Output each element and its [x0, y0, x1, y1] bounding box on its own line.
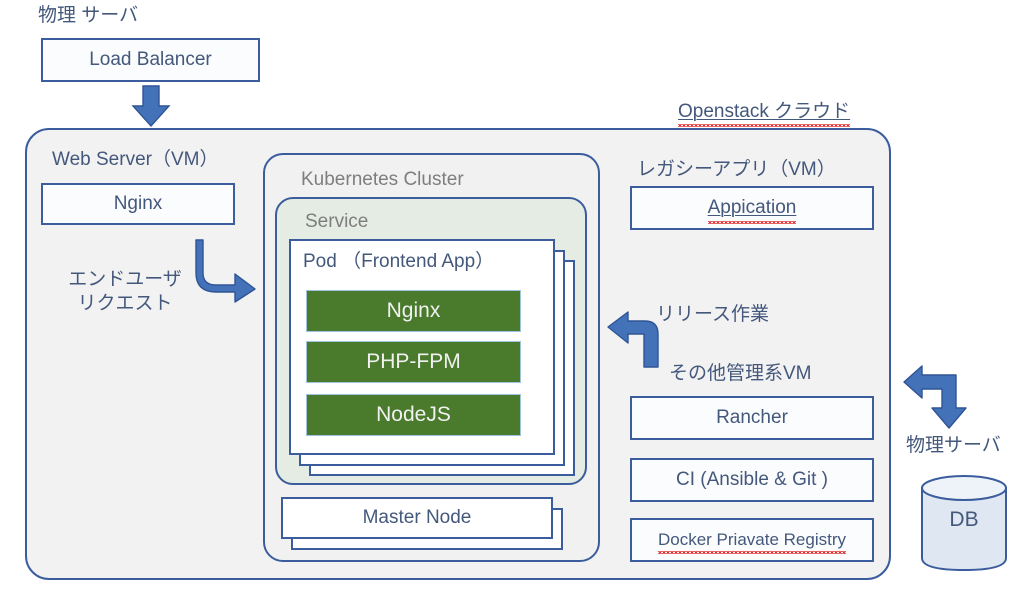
web-server-title: Web Server（VM） [52, 149, 219, 170]
master-node-label: Master Node [362, 507, 472, 528]
pod-container-nginx-label: Nginx [386, 299, 441, 322]
arrow-bend-left-down-icon [903, 362, 974, 430]
database-label: DB [949, 508, 979, 531]
pod-container-nginx[interactable]: Nginx [306, 290, 521, 332]
release-work-label: リリース作業 [656, 304, 770, 325]
legacy-app-box[interactable]: Appication [630, 186, 874, 230]
pod-container-php-fpm-label: PHP-FPM [366, 350, 461, 373]
management-item-docker-registry-label: Docker Priavate Registry [657, 530, 847, 554]
web-server-nginx-box[interactable]: Nginx [41, 183, 235, 225]
arrow-down-icon [129, 85, 173, 128]
database-cylinder-icon[interactable]: DB [920, 474, 1008, 572]
management-item-ci[interactable]: CI (Ansible & Git ) [630, 458, 874, 502]
web-server-nginx-label: Nginx [113, 193, 163, 214]
pod-frontend-app-title: Pod （Frontend App） [303, 251, 495, 272]
pod-container-nodejs[interactable]: NodeJS [306, 394, 521, 436]
load-balancer-box[interactable]: Load Balancer [41, 38, 260, 82]
pod-container-php-fpm[interactable]: PHP-FPM [306, 341, 521, 383]
openstack-cloud-text: Openstack クラウド [678, 101, 851, 122]
enduser-request-label: エンドユーザ リクエスト [50, 268, 200, 316]
load-balancer-label: Load Balancer [89, 49, 212, 70]
master-node-box[interactable]: Master Node [281, 497, 553, 539]
management-item-docker-registry[interactable]: Docker Priavate Registry [630, 518, 874, 562]
management-item-rancher[interactable]: Rancher [630, 396, 874, 440]
physical-server-right-label: 物理サーバ [906, 435, 1001, 456]
management-vm-title: その他管理系VM [669, 363, 812, 384]
legacy-app-title: レガシーアプリ（VM） [637, 159, 836, 180]
management-item-ci-label: CI (Ansible & Git ) [675, 469, 829, 490]
openstack-cloud-label: Openstack クラウド [678, 100, 850, 124]
arrow-bend-down-right-icon [192, 239, 256, 303]
physical-server-top-label: 物理 サーバ [38, 5, 139, 26]
enduser-request-line1: エンドユーザ [68, 269, 182, 290]
enduser-request-line2: リクエスト [77, 292, 173, 314]
management-item-rancher-label: Rancher [716, 407, 788, 428]
pod-container-nodejs-label: NodeJS [376, 403, 451, 426]
kubernetes-cluster-title: Kubernetes Cluster [301, 169, 464, 190]
legacy-app-label: Appication [707, 197, 797, 224]
kubernetes-service-title: Service [305, 211, 369, 232]
